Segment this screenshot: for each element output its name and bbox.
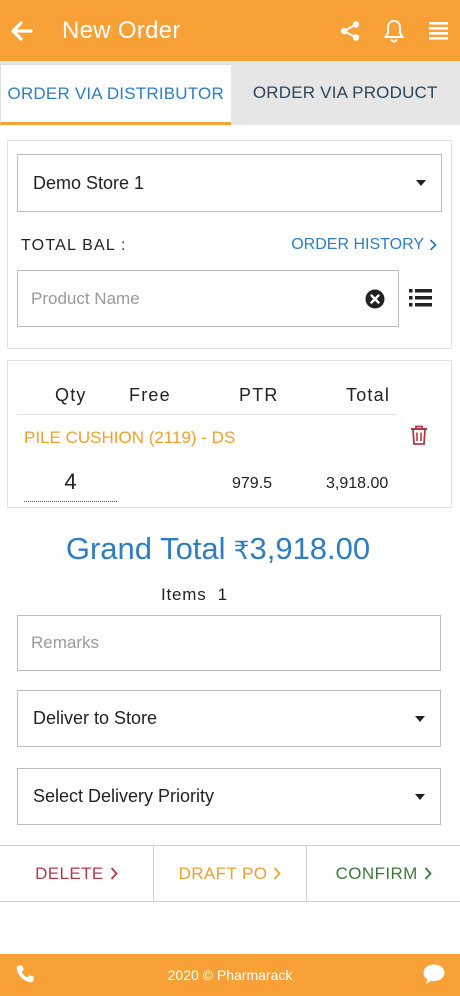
- chevron-right-icon: [274, 867, 282, 880]
- copyright-text: 2020 © Pharmarack: [167, 967, 293, 983]
- remarks-input[interactable]: Remarks: [17, 615, 441, 671]
- delete-label: DELETE: [35, 863, 104, 883]
- deliver-to-value: Deliver to Store: [33, 708, 158, 728]
- order-tabs: ORDER VIA DISTRIBUTOR ORDER VIA PRODUCT: [0, 61, 460, 125]
- caret-down-icon: [415, 793, 425, 800]
- menu-icon[interactable]: [416, 9, 460, 53]
- trash-icon[interactable]: [409, 424, 429, 451]
- grand-total: Grand Total ₹3,918.00: [0, 531, 436, 567]
- draft-po-button[interactable]: DRAFT PO: [154, 846, 308, 901]
- remarks-placeholder: Remarks: [31, 633, 100, 652]
- product-search-placeholder: Product Name: [31, 288, 140, 308]
- header-divider: [17, 414, 397, 415]
- action-buttons: DELETE DRAFT PO CONFIRM: [0, 845, 460, 902]
- delete-button[interactable]: DELETE: [0, 846, 154, 901]
- column-header-qty: Qty: [55, 385, 87, 405]
- product-name: PILE CUSHION (2119) - DS: [24, 428, 236, 447]
- items-label: Items: [161, 585, 207, 604]
- page-title: New Order: [62, 16, 181, 44]
- order-history-link[interactable]: ORDER HISTORY: [291, 236, 437, 254]
- caret-down-icon: [415, 715, 425, 722]
- items-count-value: 1: [217, 585, 228, 604]
- phone-icon[interactable]: [15, 964, 35, 987]
- chevron-right-icon: [110, 867, 118, 880]
- confirm-label: CONFIRM: [335, 863, 418, 883]
- product-search-input[interactable]: Product Name: [17, 270, 399, 327]
- total-balance-label: TOTAL BAL :: [21, 237, 127, 254]
- ptr-value: 979.5: [232, 475, 273, 492]
- confirm-button[interactable]: CONFIRM: [307, 846, 460, 901]
- app-header: New Order: [0, 0, 460, 61]
- deliver-to-select[interactable]: Deliver to Store: [17, 690, 441, 747]
- delivery-priority-select[interactable]: Select Delivery Priority: [17, 768, 441, 825]
- quantity-input[interactable]: 4: [24, 469, 117, 502]
- list-view-icon[interactable]: [408, 287, 434, 309]
- row-total-value: 3,918.00: [326, 475, 389, 492]
- column-header-free: Free: [129, 385, 171, 405]
- draft-po-label: DRAFT PO: [178, 863, 268, 883]
- bell-icon[interactable]: [372, 9, 416, 53]
- tab-order-via-product[interactable]: ORDER VIA PRODUCT: [231, 61, 460, 125]
- store-select[interactable]: Demo Store 1: [17, 154, 442, 212]
- rupee-symbol: ₹: [233, 537, 250, 565]
- app-footer: 2020 © Pharmarack: [0, 954, 460, 996]
- delivery-priority-value: Select Delivery Priority: [33, 786, 215, 806]
- chevron-right-icon: [429, 239, 437, 251]
- share-icon[interactable]: [328, 9, 372, 53]
- order-items-card: Qty Free PTR Total PILE CUSHION (2119) -…: [7, 360, 452, 508]
- caret-down-icon: [416, 180, 426, 186]
- clear-icon[interactable]: [365, 289, 385, 309]
- store-select-value: Demo Store 1: [33, 172, 145, 193]
- column-header-total: Total: [346, 385, 391, 405]
- chat-icon[interactable]: [422, 963, 446, 988]
- store-card: Demo Store 1 TOTAL BAL : ORDER HISTORY P…: [7, 140, 452, 349]
- column-header-ptr: PTR: [239, 385, 279, 405]
- tab-order-via-distributor[interactable]: ORDER VIA DISTRIBUTOR: [0, 64, 231, 125]
- items-count: Items 1: [161, 585, 228, 605]
- back-arrow-icon[interactable]: [4, 13, 40, 49]
- order-history-label: ORDER HISTORY: [291, 236, 424, 253]
- grand-total-value: 3,918.00: [249, 531, 371, 566]
- grand-total-label: Grand Total: [65, 531, 226, 566]
- chevron-right-icon: [424, 867, 432, 880]
